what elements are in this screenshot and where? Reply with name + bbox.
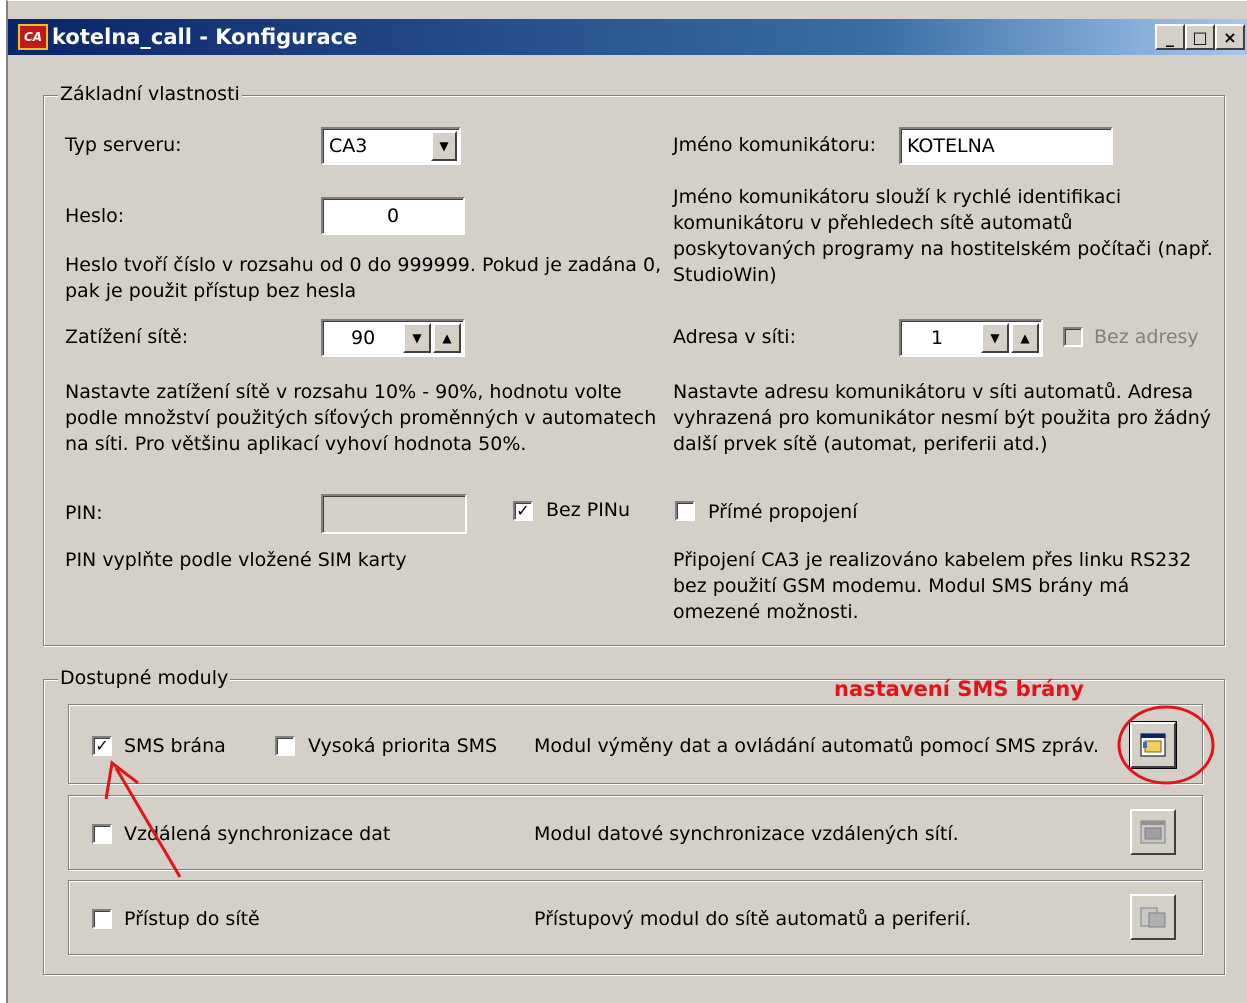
network-access-checkbox[interactable] — [92, 909, 112, 929]
network-load-up-button[interactable]: ▲ — [433, 323, 461, 353]
config-window: CA kotelna_call - Konfigurace _ □ × Zákl… — [6, 0, 1247, 1003]
sms-gateway-description: Modul výměny dat a ovládání automatů pom… — [534, 735, 1100, 757]
no-pin-label: Bez PINu — [546, 499, 631, 521]
close-button[interactable]: × — [1215, 24, 1245, 50]
basic-properties-legend: Základní vlastnosti — [58, 83, 242, 105]
address-up-button[interactable]: ▲ — [1011, 323, 1039, 353]
arrow-down-icon: ▼ — [412, 331, 422, 345]
direct-connection-note: Připojení CA3 je realizováno kabelem pře… — [673, 549, 1192, 623]
module-row: ✓ SMS brána Vysoká priorita SMS Modul vý… — [68, 704, 1203, 784]
arrow-up-icon: ▲ — [442, 331, 452, 345]
password-label: Heslo: — [65, 205, 125, 227]
chevron-down-icon: ▼ — [439, 139, 449, 153]
server-type-value: CA3 — [329, 135, 368, 157]
sms-gateway-settings-button[interactable] — [1130, 722, 1176, 768]
remote-sync-description: Modul datové synchronizace vzdálených sí… — [534, 823, 959, 845]
remote-sync-checkbox[interactable] — [92, 824, 112, 844]
sms-gateway-label: SMS brána — [124, 735, 226, 757]
checkmark-icon: ✓ — [95, 736, 109, 755]
network-access-label: Přístup do sítě — [124, 908, 260, 930]
sms-gateway-annotation: nastavení SMS brány — [834, 677, 1084, 701]
network-load-down-button[interactable]: ▼ — [403, 323, 431, 353]
sms-gateway-checkbox[interactable]: ✓ — [92, 736, 112, 756]
server-type-dropdown-button[interactable]: ▼ — [431, 131, 457, 161]
direct-connection-label: Přímé propojení — [708, 501, 858, 523]
module-row: Vzdálená synchronizace dat Modul datové … — [68, 795, 1203, 870]
network-access-description: Přístupový modul do sítě automatů a peri… — [534, 908, 972, 930]
network-load-label: Zatížení sítě: — [65, 326, 189, 348]
basic-properties-group: Základní vlastnosti Typ serveru: CA3 ▼ H… — [43, 83, 1225, 646]
network-load-spinner[interactable]: 90 ▼ ▲ — [321, 319, 465, 357]
settings-window-icon — [1140, 733, 1166, 757]
remote-sync-label: Vzdálená synchronizace dat — [124, 823, 391, 845]
address-label: Adresa v síti: — [673, 326, 796, 348]
pin-note: PIN vyplňte podle vložené SIM karty — [65, 549, 407, 571]
minimize-button[interactable]: _ — [1155, 24, 1185, 50]
server-type-select[interactable]: CA3 ▼ — [321, 127, 461, 165]
modules-legend: Dostupné moduly — [58, 667, 231, 689]
network-load-note: Nastavte zatížení sítě v rozsahu 10% - 9… — [65, 381, 657, 455]
no-address-label: Bez adresy — [1094, 326, 1199, 348]
comm-name-input[interactable]: KOTELNA — [899, 127, 1113, 165]
server-type-label: Typ serveru: — [65, 134, 182, 156]
pin-label: PIN: — [65, 502, 103, 524]
password-input[interactable]: 0 — [321, 197, 465, 235]
network-load-value: 90 — [351, 327, 376, 349]
high-priority-sms-label: Vysoká priorita SMS — [308, 735, 498, 757]
checkmark-icon: ✓ — [516, 501, 530, 520]
network-access-settings-button[interactable] — [1130, 894, 1176, 940]
settings-window-icon — [1140, 820, 1166, 844]
modules-group: Dostupné moduly ✓ SMS brána Vysoká prior… — [43, 667, 1225, 975]
address-spinner[interactable]: 1 ▼ ▲ — [899, 319, 1043, 357]
direct-connection-checkbox[interactable] — [675, 501, 695, 521]
settings-window-icon — [1140, 907, 1166, 928]
comm-name-label: Jméno komunikátoru: — [673, 134, 876, 156]
high-priority-sms-checkbox[interactable] — [275, 736, 295, 756]
maximize-button[interactable]: □ — [1185, 24, 1215, 50]
no-pin-checkbox[interactable]: ✓ — [513, 501, 533, 521]
address-down-button[interactable]: ▼ — [981, 323, 1009, 353]
title-bar[interactable]: CA kotelna_call - Konfigurace _ □ × — [8, 19, 1247, 55]
comm-name-note: Jméno komunikátoru slouží k rychlé ident… — [673, 186, 1213, 286]
module-row: Přístup do sítě Přístupový modul do sítě… — [68, 880, 1203, 955]
app-icon: CA — [18, 24, 48, 50]
remote-sync-settings-button[interactable] — [1130, 809, 1176, 855]
password-note: Heslo tvoří číslo v rozsahu od 0 do 9999… — [65, 254, 662, 302]
annotation-overlay — [104, 705, 1215, 878]
no-address-checkbox[interactable] — [1063, 327, 1083, 347]
window-title: kotelna_call - Konfigurace — [52, 25, 358, 49]
password-value: 0 — [386, 205, 400, 227]
arrow-down-icon: ▼ — [990, 331, 1000, 345]
address-note: Nastavte adresu komunikátoru v síti auto… — [673, 381, 1211, 455]
address-value: 1 — [931, 327, 944, 349]
arrow-up-icon: ▲ — [1020, 331, 1030, 345]
comm-name-value: KOTELNA — [907, 135, 995, 157]
pin-input[interactable] — [321, 494, 467, 534]
